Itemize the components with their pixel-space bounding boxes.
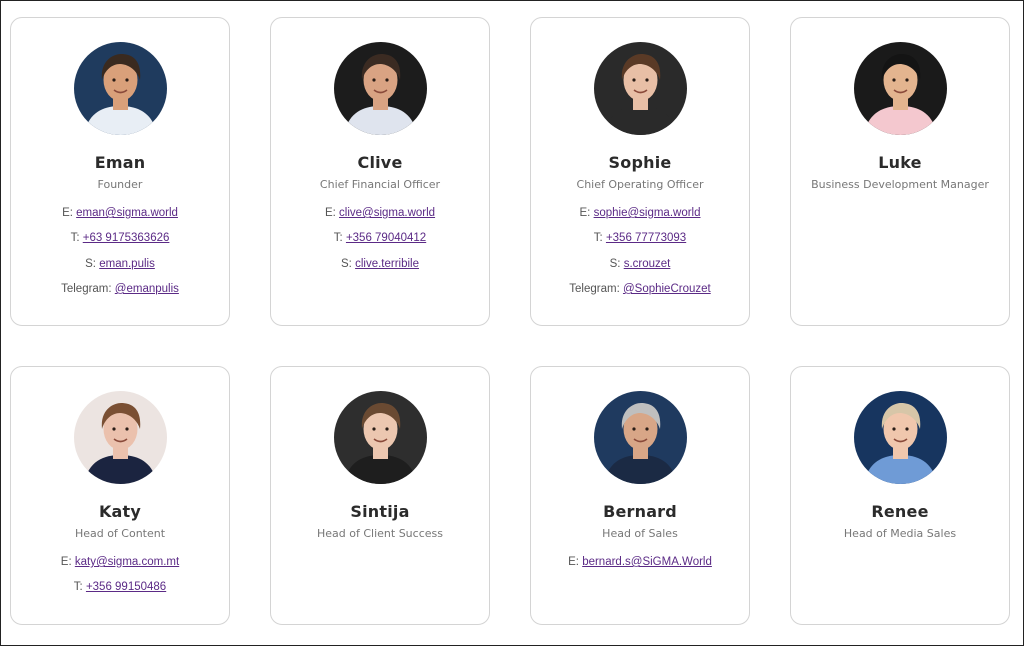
member-role: Head of Sales [602, 527, 678, 540]
member-role: Head of Content [74, 527, 166, 540]
contact-link[interactable]: +63 9175363626 [83, 232, 170, 244]
member-role: Head of Media Sales [843, 527, 957, 540]
contact-link[interactable]: @emanpulis [115, 283, 179, 295]
contact-line: S: clive.terribile [271, 258, 489, 283]
contact-line: T: +356 77773093 [531, 232, 749, 257]
contact-link[interactable]: eman@sigma.world [76, 207, 178, 219]
contact-label: E: [579, 207, 591, 219]
avatar [334, 42, 427, 135]
contact-link[interactable]: katy@sigma.com.mt [75, 556, 179, 568]
contact-line: S: s.crouzet [531, 258, 749, 283]
member-name: Bernard [603, 502, 677, 521]
contact-list: E: bernard.s@SiGMA.World [531, 556, 749, 581]
contact-label: E: [60, 556, 72, 568]
contact-label: T: [333, 232, 343, 245]
contact-line: S: eman.pulis [11, 258, 229, 283]
avatar [74, 391, 167, 484]
contact-line: T: +356 79040412 [271, 232, 489, 257]
contact-link[interactable]: bernard.s@SiGMA.World [582, 556, 712, 568]
contact-line: E: katy@sigma.com.mt [11, 556, 229, 581]
avatar [594, 391, 687, 484]
member-name: Eman [94, 153, 146, 172]
contact-line: E: bernard.s@SiGMA.World [531, 556, 749, 581]
contact-link[interactable]: eman.pulis [99, 258, 155, 270]
contact-line: E: sophie@sigma.world [531, 207, 749, 232]
contact-link[interactable]: +356 77773093 [606, 232, 686, 244]
contact-label: T: [70, 232, 80, 245]
avatar [74, 42, 167, 135]
contact-label: T: [593, 232, 603, 245]
contact-link[interactable]: +356 79040412 [346, 232, 426, 244]
avatar [594, 42, 687, 135]
contact-list: E: sophie@sigma.world T: +356 77773093 S: … [531, 207, 749, 308]
contact-list: E: eman@sigma.world T: +63 9175363626 S: e… [11, 207, 229, 308]
member-name: Luke [878, 153, 922, 172]
contact-label: E: [62, 207, 73, 219]
member-role: Business Development Manager [811, 178, 989, 191]
contact-link[interactable]: clive@sigma.world [339, 207, 435, 219]
team-card-clive: Clive Chief Financial Officer E: clive@sig… [270, 17, 490, 326]
team-card-bernard: Bernard Head of Sales E: bernard.s@SiGMA.W… [530, 366, 750, 625]
team-card-eman: Eman Founder E: eman@sigma.world T: +63 917… [10, 17, 230, 326]
contact-label: E: [324, 207, 336, 219]
avatar [334, 391, 427, 484]
contact-line: Telegram: @SophieCrouzet [531, 283, 749, 308]
member-role: Head of Client Success [317, 527, 443, 540]
member-role: Chief Operating Officer [576, 178, 704, 191]
contact-label: S: [609, 257, 621, 270]
avatar [854, 391, 947, 484]
contact-link[interactable]: s.crouzet [624, 258, 671, 270]
contact-link[interactable]: clive.terribile [355, 258, 419, 270]
contact-line: T: +356 99150486 [11, 581, 229, 606]
contact-list: E: katy@sigma.com.mt T: +356 99150486 [11, 556, 229, 607]
contact-link[interactable]: @SophieCrouzet [623, 283, 711, 295]
contact-list: E: clive@sigma.world T: +356 79040412 S: c… [271, 207, 489, 283]
contact-label: S: [85, 257, 97, 270]
member-name: Katy [98, 502, 142, 521]
contact-link[interactable]: +356 99150486 [86, 581, 166, 593]
contact-label: E: [568, 556, 579, 568]
member-name: Clive [357, 153, 403, 172]
member-name: Sophie [608, 153, 672, 172]
contact-label: Telegram: [61, 282, 112, 295]
contact-line: E: clive@sigma.world [271, 207, 489, 232]
contact-label: Telegram: [569, 282, 620, 295]
team-card-renee: Renee Head of Media Sales [790, 366, 1010, 625]
member-role: Founder [97, 178, 143, 191]
contact-line: T: +63 9175363626 [11, 232, 229, 257]
avatar [854, 42, 947, 135]
contact-label: T: [73, 581, 83, 594]
contact-line: E: eman@sigma.world [11, 207, 229, 232]
team-card-sophie: Sophie Chief Operating Officer E: sophie@s… [530, 17, 750, 326]
team-card-katy: Katy Head of Content E: katy@sigma.com.mt T… [10, 366, 230, 625]
team-card-sintija: Sintija Head of Client Success [270, 366, 490, 625]
contact-line: Telegram: @emanpulis [11, 283, 229, 308]
team-card-luke: Luke Business Development Manager [790, 17, 1010, 326]
member-name: Renee [871, 502, 929, 521]
contact-link[interactable]: sophie@sigma.world [594, 207, 701, 219]
member-role: Chief Financial Officer [319, 178, 441, 191]
contact-label: S: [341, 257, 352, 270]
member-name: Sintija [350, 502, 410, 521]
